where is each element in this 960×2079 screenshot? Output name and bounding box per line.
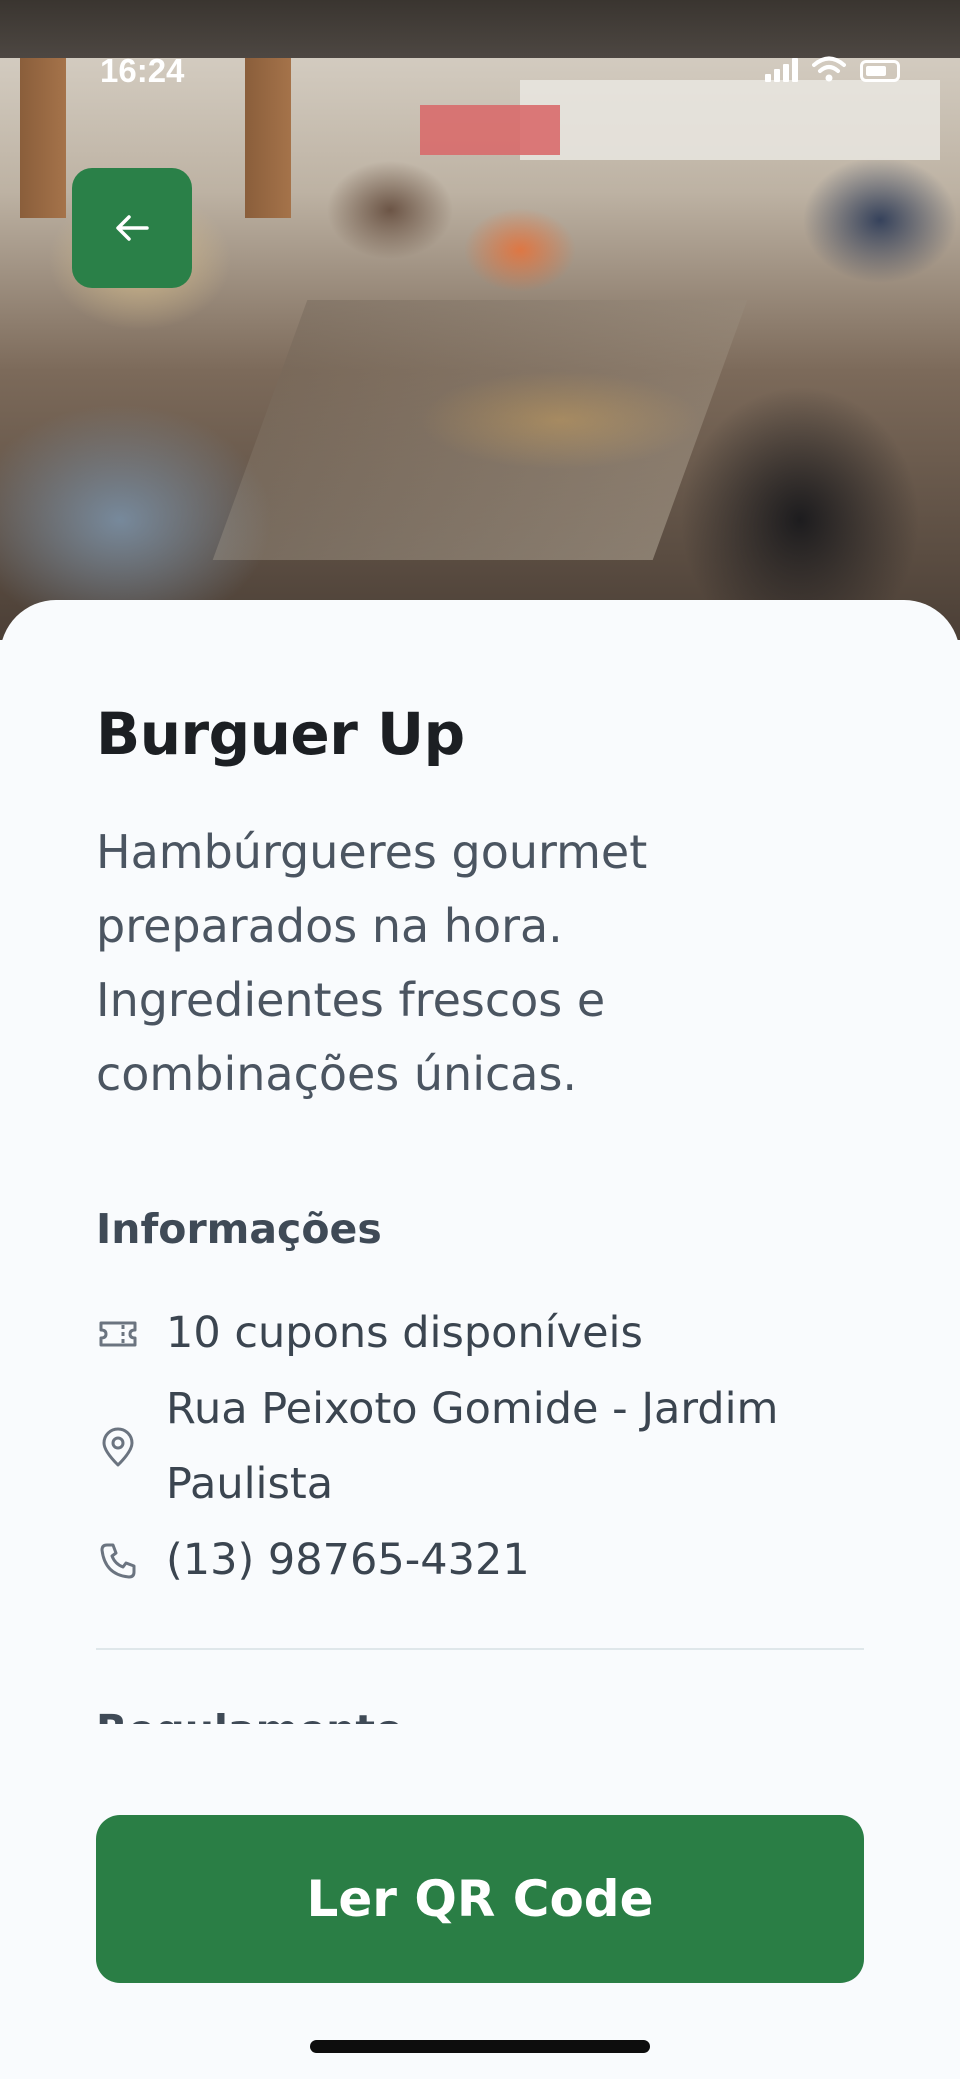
rules-heading: Regulamento — [96, 1700, 696, 1724]
info-item-text: (13) 98765-4321 — [166, 1535, 530, 1585]
status-icons — [765, 56, 900, 82]
hero-image — [0, 0, 960, 640]
ticket-icon — [99, 1321, 137, 1346]
back-button[interactable] — [72, 168, 192, 288]
map-pin-icon — [102, 1427, 134, 1467]
home-indicator[interactable] — [310, 2040, 650, 2053]
divider — [96, 1648, 864, 1650]
phone-icon — [100, 1543, 136, 1578]
rules-heading-clip: Regulamento — [96, 1700, 696, 1724]
read-qr-code-button[interactable]: Ler QR Code — [96, 1815, 864, 1983]
info-heading: Informações — [96, 1205, 382, 1253]
signal-icon — [765, 58, 798, 82]
arrow-left-icon — [116, 215, 149, 241]
place-description: Hambúrgueres gourmet preparados na hora.… — [96, 825, 648, 1101]
info-item-text: Rua Peixoto Gomide - Jardim Paulista — [166, 1384, 779, 1509]
info-item-address: Rua Peixoto Gomide - Jardim Paulista — [96, 1372, 886, 1522]
place-title: Burguer Up — [96, 700, 465, 768]
status-time: 16:24 — [100, 52, 185, 89]
battery-icon — [860, 60, 900, 82]
info-item-phone: (13) 98765-4321 — [96, 1523, 886, 1598]
screen: 16:24 Burguer Up Hambúrgueres gourmet pr… — [0, 0, 960, 2079]
info-item-coupons: 10 cupons disponíveis — [96, 1296, 886, 1371]
wifi-icon — [812, 56, 846, 82]
info-item-text: 10 cupons disponíveis — [166, 1308, 643, 1358]
